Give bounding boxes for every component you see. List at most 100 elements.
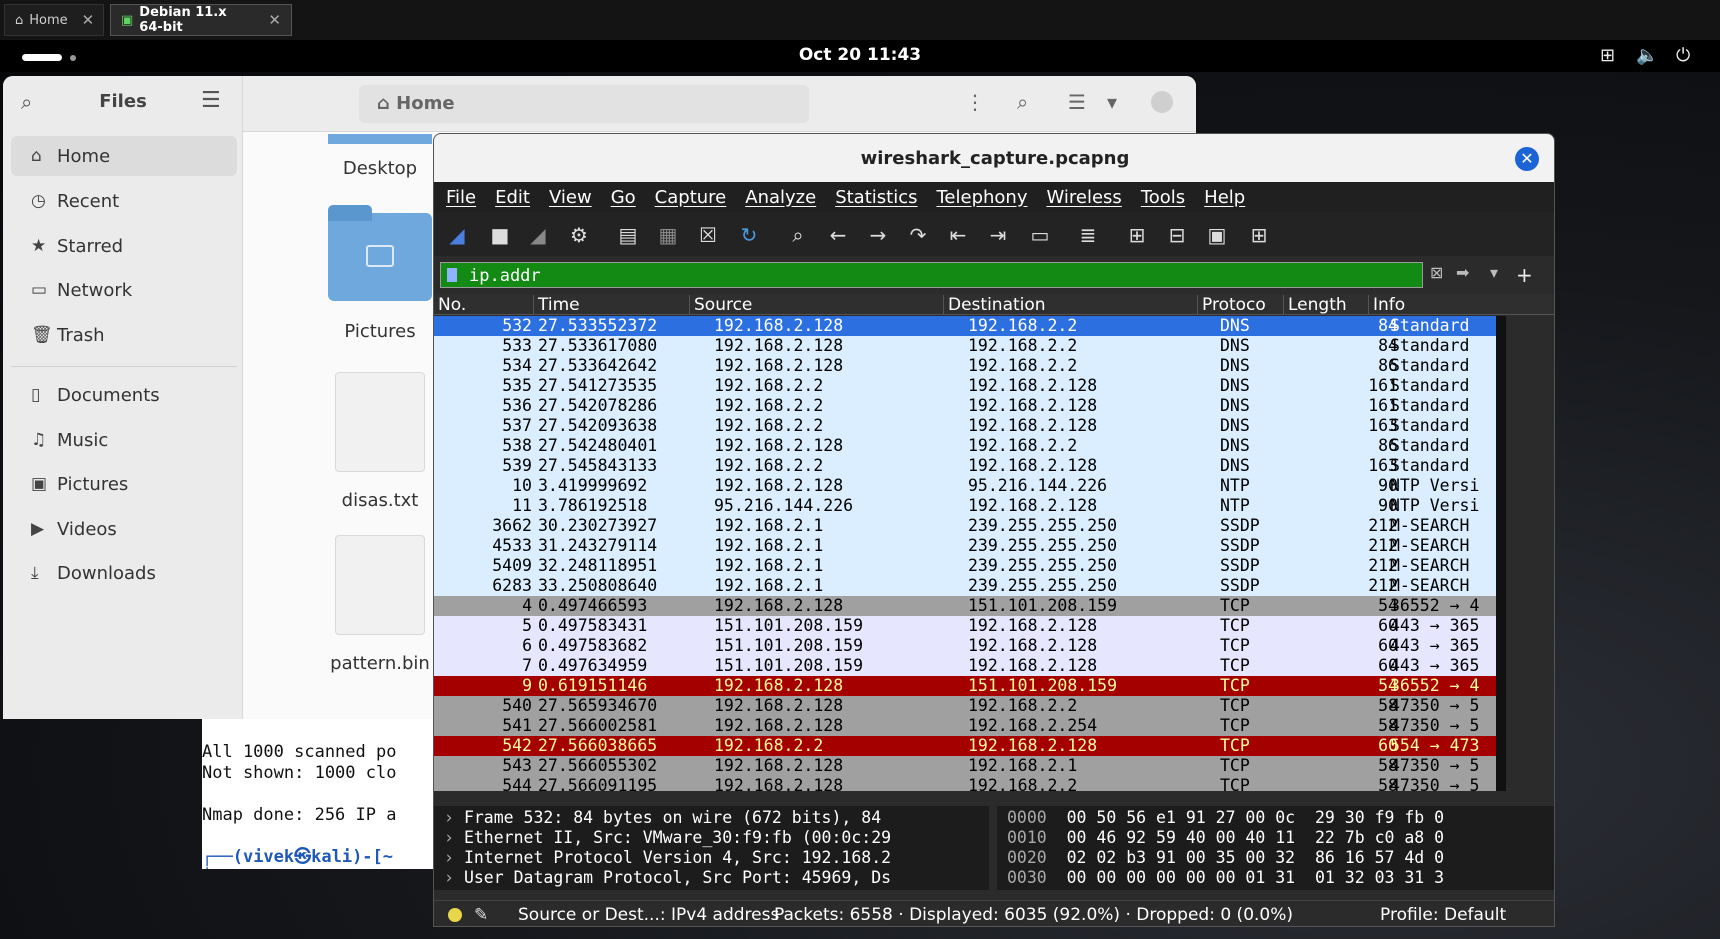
packet-row[interactable]: 4 0.497466593 192.168.2.128 151.101.208.159… bbox=[434, 596, 1498, 616]
packet-row[interactable]: 7 0.497634959 151.101.208.159 192.168.2.128… bbox=[434, 656, 1498, 676]
zoom-out-icon[interactable]: ⊟ bbox=[1164, 222, 1190, 248]
column-time[interactable]: Time bbox=[534, 295, 690, 315]
window-close-icon[interactable] bbox=[1151, 91, 1173, 113]
sidebar-item-documents[interactable]: ▯ Documents bbox=[11, 375, 237, 415]
more-options-icon[interactable]: ⋮ bbox=[965, 90, 985, 114]
sidebar-item-starred[interactable]: ★ Starred bbox=[11, 226, 237, 266]
network-icon[interactable]: ⊞ bbox=[1600, 45, 1615, 66]
normal-size-icon[interactable]: ▣ bbox=[1204, 222, 1230, 248]
menu-go[interactable]: Go bbox=[611, 187, 636, 208]
sidebar-item-music[interactable]: ♫ Music bbox=[11, 420, 237, 460]
menu-statistics[interactable]: Statistics bbox=[835, 187, 917, 208]
menu-tools[interactable]: Tools bbox=[1141, 187, 1185, 208]
power-icon[interactable]: ⏻ bbox=[1676, 45, 1690, 66]
packet-row[interactable]: 5409 32.248118951 192.168.2.1 239.255.255.2… bbox=[434, 556, 1498, 576]
chevron-down-icon[interactable]: ▾ bbox=[1107, 90, 1117, 114]
bytes-row[interactable]: 0020 02 02 b3 91 00 35 00 32 86 16 57 4d… bbox=[1007, 848, 1444, 868]
sidebar-item-pictures[interactable]: ▣ Pictures bbox=[11, 464, 237, 504]
wireshark-titlebar[interactable]: wireshark_capture.pcapng ✕ bbox=[434, 134, 1554, 182]
column-source[interactable]: Source bbox=[690, 295, 944, 315]
column-destination[interactable]: Destination bbox=[944, 295, 1198, 315]
packet-row[interactable]: 6283 33.250808640 192.168.2.1 239.255.255.2… bbox=[434, 576, 1498, 596]
packet-row[interactable]: 534 27.533642642 192.168.2.128 192.168.2.2 D… bbox=[434, 356, 1498, 376]
go-back-icon[interactable]: ← bbox=[825, 222, 851, 248]
zoom-in-icon[interactable]: ⊞ bbox=[1124, 222, 1150, 248]
clock[interactable]: Oct 20 11:43 bbox=[0, 45, 1720, 65]
close-file-icon[interactable]: ☒ bbox=[695, 222, 721, 248]
packet-list-scrollbar[interactable] bbox=[1496, 316, 1506, 791]
location-bar[interactable]: ⌂ Home bbox=[359, 85, 809, 123]
bookmark-icon[interactable] bbox=[447, 268, 457, 282]
column-protocol[interactable]: Protoco bbox=[1198, 295, 1284, 315]
volume-icon[interactable]: 🔈 bbox=[1636, 45, 1658, 66]
packet-row[interactable]: 10 3.419999692 192.168.2.128 95.216.144.226… bbox=[434, 476, 1498, 496]
packet-row[interactable]: 6 0.497583682 151.101.208.159 192.168.2.128… bbox=[434, 636, 1498, 656]
resize-columns-icon[interactable]: ⊞ bbox=[1246, 222, 1272, 248]
packet-row[interactable]: 542 27.566038665 192.168.2.2 192.168.2.128 T… bbox=[434, 736, 1498, 756]
menu-wireless[interactable]: Wireless bbox=[1046, 187, 1121, 208]
start-capture-icon[interactable]: ◢ bbox=[444, 222, 470, 248]
restart-capture-icon[interactable]: ◢ bbox=[525, 222, 551, 248]
packet-row[interactable]: 4533 31.243279114 192.168.2.1 239.255.255.2… bbox=[434, 536, 1498, 556]
menu-edit[interactable]: Edit bbox=[495, 187, 530, 208]
packet-row[interactable]: 5 0.497583431 151.101.208.159 192.168.2.128… bbox=[434, 616, 1498, 636]
packet-row[interactable]: 536 27.542078286 192.168.2.2 192.168.2.128 D… bbox=[434, 396, 1498, 416]
close-icon[interactable]: ✕ bbox=[268, 11, 281, 29]
reload-file-icon[interactable]: ↻ bbox=[736, 222, 762, 248]
last-packet-icon[interactable]: ⇥ bbox=[985, 222, 1011, 248]
find-packet-icon[interactable]: ⌕ bbox=[785, 222, 811, 248]
open-file-icon[interactable]: ▤ bbox=[615, 222, 641, 248]
detail-row[interactable]: › Frame 532: 84 bytes on wire (672 bits),… bbox=[444, 808, 881, 828]
expert-info-icon[interactable] bbox=[448, 908, 462, 922]
sidebar-item-trash[interactable]: 🗑 Trash bbox=[11, 315, 237, 355]
close-icon[interactable]: ✕ bbox=[1515, 147, 1539, 171]
go-to-packet-icon[interactable]: ↷ bbox=[905, 222, 931, 248]
sidebar-item-downloads[interactable]: ⤓ Downloads bbox=[11, 553, 237, 593]
stop-capture-icon[interactable]: ■ bbox=[487, 222, 513, 248]
pane-splitter[interactable] bbox=[434, 791, 1554, 803]
packet-row[interactable]: 538 27.542480401 192.168.2.128 192.168.2.2 D… bbox=[434, 436, 1498, 456]
column-length[interactable]: Length bbox=[1284, 295, 1369, 315]
packet-row[interactable]: 540 27.565934670 192.168.2.128 192.168.2.2 T… bbox=[434, 696, 1498, 716]
sidebar-item-home[interactable]: ⌂ Home bbox=[11, 136, 237, 176]
packet-row[interactable]: 543 27.566055302 192.168.2.128 192.168.2.1 T… bbox=[434, 756, 1498, 776]
sidebar-item-network[interactable]: ▭ Network bbox=[11, 270, 237, 310]
add-filter-button-icon[interactable]: + bbox=[1516, 263, 1533, 287]
save-file-icon[interactable]: ▦ bbox=[655, 222, 681, 248]
clear-filter-icon[interactable]: ⊠ bbox=[1430, 263, 1443, 287]
menu-file[interactable]: File bbox=[446, 187, 476, 208]
detail-row[interactable]: › Ethernet II, Src: VMware_30:f9:fb (00:0… bbox=[444, 828, 891, 848]
bytes-row[interactable]: 0010 00 46 92 59 40 00 40 11 22 7b c0 a8… bbox=[1007, 828, 1444, 848]
autoscroll-icon[interactable]: ▭ bbox=[1027, 222, 1053, 248]
packet-row[interactable]: 539 27.545843133 192.168.2.2 192.168.2.128 D… bbox=[434, 456, 1498, 476]
packet-row[interactable]: 3662 30.230273927 192.168.2.1 239.255.255.2… bbox=[434, 516, 1498, 536]
menu-help[interactable]: Help bbox=[1204, 187, 1245, 208]
go-forward-icon[interactable]: → bbox=[865, 222, 891, 248]
capture-options-icon[interactable]: ⚙ bbox=[566, 222, 592, 248]
packet-row[interactable]: 532 27.533552372 192.168.2.128 192.168.2.2 D… bbox=[434, 316, 1498, 336]
menu-view[interactable]: View bbox=[549, 187, 592, 208]
packet-row[interactable]: 533 27.533617080 192.168.2.128 192.168.2.2 D… bbox=[434, 336, 1498, 356]
packet-row[interactable]: 537 27.542093638 192.168.2.2 192.168.2.128 D… bbox=[434, 416, 1498, 436]
list-view-icon[interactable]: ☰ bbox=[1068, 90, 1086, 114]
sidebar-item-videos[interactable]: ▶ Videos bbox=[11, 509, 237, 549]
menu-capture[interactable]: Capture bbox=[655, 187, 727, 208]
sidebar-item-recent[interactable]: ◷ Recent bbox=[11, 181, 237, 221]
packet-row[interactable]: 9 0.619151146 192.168.2.128 151.101.208.159… bbox=[434, 676, 1498, 696]
packet-row[interactable]: 541 27.566002581 192.168.2.128 192.168.2.25… bbox=[434, 716, 1498, 736]
hamburger-menu-icon[interactable]: ☰ bbox=[201, 88, 221, 113]
status-profile[interactable]: Profile: Default bbox=[1380, 905, 1506, 925]
terminal-window[interactable]: All 1000 scanned po Not shown: 1000 clo Nm… bbox=[202, 719, 434, 869]
detail-row[interactable]: › User Datagram Protocol, Src Port: 45969… bbox=[444, 868, 891, 888]
menu-telephony[interactable]: Telephony bbox=[936, 187, 1027, 208]
colorize-icon[interactable]: ≣ bbox=[1075, 222, 1101, 248]
packet-row[interactable]: 11 3.786192518 95.216.144.226 192.168.2.128… bbox=[434, 496, 1498, 516]
close-icon[interactable]: ✕ bbox=[82, 11, 95, 29]
display-filter-input[interactable]: ip.addr bbox=[440, 262, 1423, 288]
filter-history-icon[interactable]: ▾ bbox=[1490, 263, 1498, 287]
bytes-row[interactable]: 0000 00 50 56 e1 91 27 00 0c 29 30 f9 fb… bbox=[1007, 808, 1444, 828]
packet-row[interactable]: 544 27.566091195 192.168.2.128 192.168.2.2 T… bbox=[434, 776, 1498, 791]
apply-filter-icon[interactable]: ➡ bbox=[1456, 263, 1469, 287]
vm-tab-debian[interactable]: ▣ Debian 11.x 64-bit ✕ bbox=[110, 4, 292, 36]
search-folder-icon[interactable]: ⌕ bbox=[1017, 90, 1028, 114]
